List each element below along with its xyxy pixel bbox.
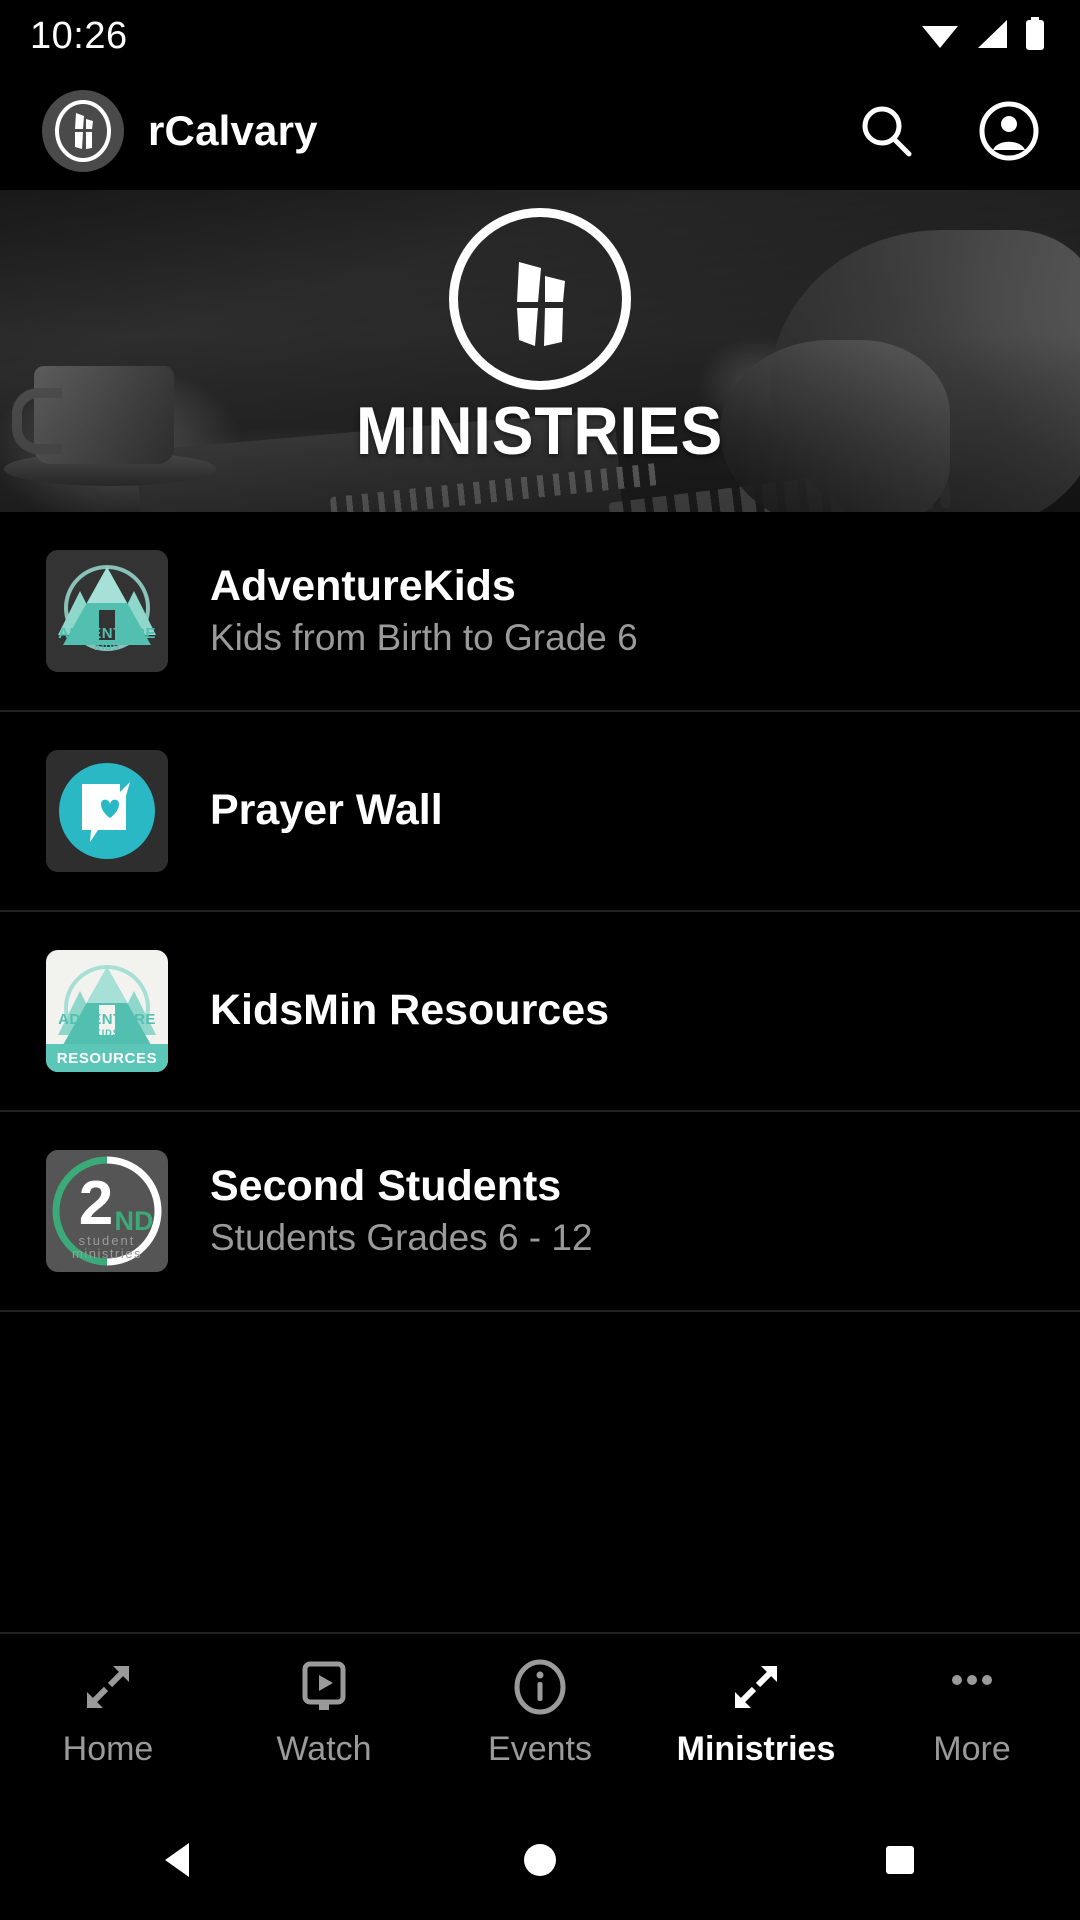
battery-icon	[1024, 16, 1046, 56]
list-item[interactable]: ADVENTURE KIDS AdventureKids Kids from B…	[0, 512, 1080, 712]
kidsmin-resources-logo-thumbnail: ADVENTURE KIDS RESOURCES	[46, 950, 168, 1072]
app-screen: 10:26 rCalvary MINISTRIES ADVENTURE KIDS…	[0, 0, 1080, 1920]
list-item-text: KidsMin Resources	[210, 986, 609, 1036]
cellular-signal-icon	[974, 18, 1010, 55]
wifi-icon	[920, 18, 960, 55]
church-cross-logo-icon	[42, 90, 124, 172]
nav-item-events[interactable]: Events	[440, 1658, 640, 1766]
app-bar-actions	[856, 100, 1040, 162]
list-item[interactable]: 2 ND student ministries Second Students …	[0, 1112, 1080, 1312]
media-play-screen-icon	[295, 1658, 353, 1716]
brand-block[interactable]: rCalvary	[42, 90, 856, 172]
ministries-hero-banner: MINISTRIES	[0, 190, 1080, 512]
nav-label: Events	[488, 1730, 592, 1768]
app-bar: rCalvary	[0, 72, 1080, 190]
nav-label: Home	[62, 1730, 154, 1768]
thumb-wordmark-sub: KIDS	[94, 1028, 120, 1038]
list-item[interactable]: ADVENTURE KIDS RESOURCES KidsMin Resourc…	[0, 912, 1080, 1112]
info-circle-icon	[511, 1658, 569, 1716]
prayer-heart-speech-icon	[82, 782, 130, 842]
list-item-title: KidsMin Resources	[210, 986, 610, 1035]
list-item-title: Second Students	[210, 1161, 562, 1210]
nav-item-home[interactable]: Home	[8, 1658, 208, 1766]
app-title: rCalvary	[148, 107, 318, 154]
svg-text:ND: ND	[115, 1206, 154, 1236]
church-cross-logo-icon	[449, 208, 631, 390]
compress-arrows-icon	[79, 1658, 137, 1716]
thumb-band-label: RESOURCES	[46, 1044, 168, 1072]
status-bar: 10:26	[0, 0, 1080, 72]
ministries-list: ADVENTURE KIDS AdventureKids Kids from B…	[0, 512, 1080, 1632]
compress-arrows-icon	[727, 1658, 785, 1716]
list-item-text: Second Students Students Grades 6 - 12	[210, 1162, 593, 1261]
thumb-wordmark: ADVENTURE	[58, 625, 156, 642]
adventure-kids-logo-thumbnail: ADVENTURE KIDS	[46, 550, 168, 672]
second-students-logo-thumbnail: 2 ND student ministries	[46, 1150, 168, 1272]
list-item-subtitle: Students Grades 6 - 12	[210, 1217, 593, 1259]
prayer-wall-logo-thumbnail	[46, 750, 168, 872]
svg-text:ministries: ministries	[72, 1246, 142, 1261]
search-icon[interactable]	[856, 100, 918, 162]
list-item-title: Prayer Wall	[210, 786, 443, 835]
hero-content: MINISTRIES	[0, 190, 1080, 512]
thumb-wordmark-sub: KIDS	[94, 642, 120, 652]
hero-title: MINISTRIES	[356, 393, 724, 469]
android-navigation-bar	[0, 1800, 1080, 1920]
list-item-subtitle: Kids from Birth to Grade 6	[210, 617, 638, 659]
list-item-text: AdventureKids Kids from Birth to Grade 6	[210, 562, 638, 661]
bottom-navigation-bar: Home Watch Events Ministries More	[0, 1632, 1080, 1800]
nav-item-watch[interactable]: Watch	[224, 1658, 424, 1766]
ellipsis-icon	[943, 1658, 1001, 1716]
nav-item-ministries[interactable]: Ministries	[656, 1658, 856, 1766]
list-item-title: AdventureKids	[210, 561, 516, 610]
list-item-text: Prayer Wall	[210, 786, 443, 836]
back-triangle-icon[interactable]	[120, 1825, 240, 1895]
home-circle-icon[interactable]	[480, 1825, 600, 1895]
nav-label: Ministries	[676, 1730, 836, 1768]
account-circle-icon[interactable]	[978, 100, 1040, 162]
status-icon-group	[920, 16, 1046, 56]
nav-label: More	[933, 1730, 1011, 1768]
nav-label: Watch	[276, 1730, 372, 1768]
list-item[interactable]: Prayer Wall	[0, 712, 1080, 912]
second-students-mark: 2 ND student ministries	[52, 1156, 162, 1266]
svg-text:2: 2	[79, 1169, 113, 1238]
recents-square-icon[interactable]	[840, 1825, 960, 1895]
thumb-wordmark: ADVENTURE	[58, 1011, 156, 1028]
nav-item-more[interactable]: More	[872, 1658, 1072, 1766]
status-clock: 10:26	[30, 15, 128, 57]
